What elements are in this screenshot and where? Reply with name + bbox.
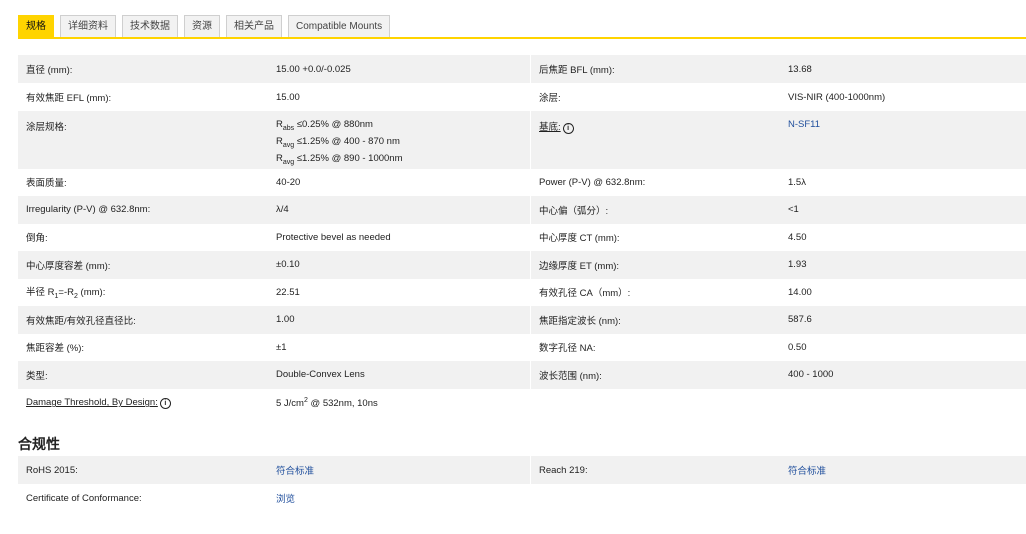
spec-row: 有效焦距/有效孔径直径比: 1.00 焦距指定波长 (nm): 587.6 [18, 305, 1026, 334]
compliance-label: Reach 219: [530, 456, 780, 484]
spec-label: Power (P-V) @ 632.8nm: [530, 168, 780, 196]
spec-label: 有效孔径 CA（mm）: [530, 278, 780, 306]
spec-row: 半径 R1=-R2 (mm): 22.51 有效孔径 CA（mm）: 14.00 [18, 278, 1026, 306]
spec-label: 基底: i [530, 111, 780, 169]
spec-value: 587.6 [780, 305, 1026, 334]
spec-row: Irregularity (P-V) @ 632.8nm: λ/4 中心偏（弧分… [18, 195, 1026, 224]
compliance-value: 符合标准 [780, 456, 1026, 484]
spec-label: 中心厚度 CT (mm): [530, 223, 780, 251]
spec-label: 直径 (mm): [18, 55, 268, 83]
spec-row: 类型: Double-Convex Lens 波长范围 (nm): 400 - … [18, 360, 1026, 389]
info-icon[interactable]: i [562, 123, 574, 134]
compliance-label: RoHS 2015: [18, 456, 268, 484]
spec-label: 边缘厚度 ET (mm): [530, 250, 780, 279]
tab-resources[interactable]: 资源 [184, 15, 220, 37]
spec-value: 40-20 [276, 176, 301, 188]
spec-value: 4.50 [788, 231, 807, 243]
spec-label: 表面质量: [26, 178, 67, 190]
spec-value: 1.93 [780, 250, 1026, 279]
tab-underline [18, 37, 1026, 39]
spec-value: 13.68 [780, 55, 1026, 83]
spec-label: 半径 R1=-R2 (mm): [26, 287, 106, 301]
spec-value: ±0.10 [268, 250, 531, 279]
spec-row: 表面质量: 40-20 Power (P-V) @ 632.8nm: 1.5λ [18, 168, 1026, 196]
coating-spec-values: Rabs ≤0.25% @ 880nm Ravg ≤1.25% @ 400 - … [268, 111, 531, 169]
coating-spec-line: Rabs ≤0.25% @ 880nm [276, 119, 373, 132]
spec-value: 5 J/cm2 @ 532nm, 10ns [276, 397, 378, 410]
tab-related-products[interactable]: 相关产品 [226, 15, 282, 37]
spec-value: ±1 [276, 341, 287, 353]
spec-value: 22.51 [276, 286, 300, 298]
compliance-row: RoHS 2015: 符合标准 Reach 219: 符合标准 [18, 456, 1026, 484]
spec-value: N-SF11 [780, 111, 1026, 169]
spec-label: 焦距指定波长 (nm): [530, 305, 780, 334]
spec-label: 有效焦距/有效孔径直径比: [18, 305, 268, 334]
spec-value: 1.5λ [788, 176, 806, 188]
spec-value: Protective bevel as needed [276, 231, 391, 243]
spec-label: 类型: [18, 360, 268, 389]
spec-label: 涂层: [530, 83, 780, 111]
tab-bar: 规格 详细资料 技术数据 资源 相关产品 Compatible Mounts [18, 15, 391, 37]
spec-value: 15.00 [276, 91, 300, 103]
tab-details[interactable]: 详细资料 [60, 15, 116, 37]
spec-label: 倒角: [26, 233, 48, 245]
coating-spec-line: Ravg ≤1.25% @ 890 - 1000nm [276, 152, 403, 166]
compliance-value: 浏览 [268, 484, 531, 512]
certificate-view-link[interactable]: 浏览 [276, 494, 295, 505]
substrate-label-link[interactable]: 基底: [539, 122, 561, 133]
spec-value: 0.50 [788, 341, 807, 353]
substrate-link[interactable]: N-SF11 [788, 119, 820, 130]
compliance-table: RoHS 2015: 符合标准 Reach 219: 符合标准 Certific… [18, 456, 1026, 512]
tab-specs[interactable]: 规格 [18, 15, 54, 37]
damage-threshold-link[interactable]: Damage Threshold, By Design: [26, 397, 158, 408]
spec-value: VIS-NIR (400-1000nm) [788, 91, 886, 103]
spec-value: 14.00 [788, 286, 812, 298]
spec-value: λ/4 [268, 195, 531, 224]
reach-link[interactable]: 符合标准 [788, 466, 826, 477]
spec-label: 有效焦距 EFL (mm): [26, 93, 112, 104]
spec-label: 焦距容差 (%): [26, 343, 85, 355]
compliance-value: 符合标准 [268, 456, 531, 484]
spec-label: Damage Threshold, By Design: i [18, 389, 268, 418]
spec-value: <1 [780, 195, 1026, 224]
spec-label: Irregularity (P-V) @ 632.8nm: [18, 195, 268, 224]
spec-row: 涂层规格: Rabs ≤0.25% @ 880nm Ravg ≤1.25% @ … [18, 111, 1026, 169]
spec-label: 数字孔径 NA: [530, 333, 780, 361]
spec-label: 涂层规格: [18, 111, 268, 169]
info-icon[interactable]: i [159, 398, 171, 410]
spec-value: 400 - 1000 [780, 360, 1026, 389]
spec-value: 15.00 +0.0/-0.025 [268, 55, 531, 83]
spec-label: 后焦距 BFL (mm): [530, 55, 780, 83]
spec-label: 波长范围 (nm): [530, 360, 780, 389]
coating-spec-line: Ravg ≤1.25% @ 400 - 870 nm [276, 135, 400, 149]
spec-value: Double-Convex Lens [268, 360, 531, 389]
compliance-title: 合规性 [18, 436, 60, 452]
compliance-row: Certificate of Conformance: 浏览 [18, 484, 1026, 512]
tab-compatible-mounts[interactable]: Compatible Mounts [288, 15, 391, 37]
spec-table: 直径 (mm): 15.00 +0.0/-0.025 后焦距 BFL (mm):… [18, 55, 1026, 418]
spec-row: Damage Threshold, By Design: i 5 J/cm2 @ … [18, 389, 1026, 418]
spec-row: 焦距容差 (%): ±1 数字孔径 NA: 0.50 [18, 333, 1026, 361]
tab-technical-data[interactable]: 技术数据 [122, 15, 178, 37]
spec-row: 倒角: Protective bevel as needed 中心厚度 CT (… [18, 223, 1026, 251]
spec-label: 中心厚度容差 (mm): [18, 250, 268, 279]
compliance-label: Certificate of Conformance: [26, 492, 142, 504]
spec-row: 有效焦距 EFL (mm): 15.00 涂层: VIS-NIR (400-10… [18, 83, 1026, 111]
spec-row: 中心厚度容差 (mm): ±0.10 边缘厚度 ET (mm): 1.93 [18, 250, 1026, 279]
spec-row: 直径 (mm): 15.00 +0.0/-0.025 后焦距 BFL (mm):… [18, 55, 1026, 83]
spec-label: 中心偏（弧分）: [530, 195, 780, 224]
rohs-link[interactable]: 符合标准 [276, 466, 314, 477]
spec-value: 1.00 [268, 305, 531, 334]
